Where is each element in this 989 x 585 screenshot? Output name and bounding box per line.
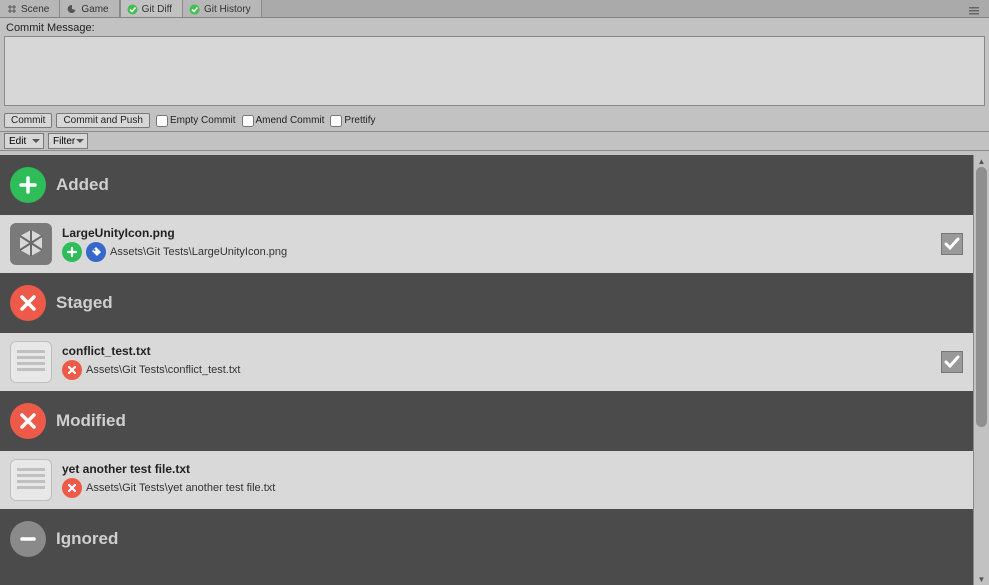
file-thumbnail-unity — [10, 223, 52, 265]
file-row[interactable]: conflict_test.txt Assets\Git Tests\confl… — [0, 333, 973, 391]
x-icon — [10, 403, 46, 439]
minus-icon — [10, 521, 46, 557]
commit-message-input[interactable] — [4, 36, 985, 106]
filter-dropdown[interactable]: Filter — [48, 133, 88, 149]
panel-menu-icon[interactable] — [963, 5, 989, 17]
section-title: Staged — [56, 293, 113, 313]
commit-message-label: Commit Message: — [4, 20, 985, 36]
checkbox-label: Amend Commit — [256, 115, 325, 126]
file-name: LargeUnityIcon.png — [62, 226, 931, 240]
checkbox-label: Empty Commit — [170, 115, 236, 126]
x-icon — [10, 285, 46, 321]
file-path-row: Assets\Git Tests\LargeUnityIcon.png — [62, 242, 931, 262]
tab-scene[interactable]: Scene — [0, 0, 60, 17]
checkbox-label: Prettify — [344, 115, 375, 126]
section-title: Ignored — [56, 529, 118, 549]
check-icon — [127, 3, 139, 15]
tab-game[interactable]: Game — [60, 0, 119, 17]
file-path: Assets\Git Tests\LargeUnityIcon.png — [110, 246, 287, 258]
file-path: Assets\Git Tests\conflict_test.txt — [86, 364, 240, 376]
scroll-down-icon[interactable]: ▼ — [974, 573, 989, 585]
file-row[interactable]: yet another test file.txt Assets\Git Tes… — [0, 451, 973, 509]
dropdown-label: Edit — [9, 136, 26, 147]
dropdown-label: Filter — [53, 136, 75, 147]
file-path-row: Assets\Git Tests\conflict_test.txt — [62, 360, 931, 380]
tab-label: Scene — [21, 4, 49, 15]
stage-checkbox[interactable] — [941, 233, 963, 255]
section-header-ignored[interactable]: Ignored — [0, 509, 973, 569]
file-meta: LargeUnityIcon.png Assets\Git Tests\Larg… — [62, 226, 931, 262]
tab-strip: Scene Game Git Diff Git History — [0, 0, 989, 18]
tab-git-history[interactable]: Git History — [183, 0, 262, 17]
x-icon — [62, 360, 82, 380]
tab-label: Game — [81, 4, 108, 15]
scroll-up-icon[interactable]: ▲ — [974, 155, 989, 167]
tab-label: Git History — [204, 4, 251, 15]
tab-git-diff[interactable]: Git Diff — [120, 0, 183, 17]
prettify-checkbox[interactable]: Prettify — [330, 115, 375, 127]
diff-list[interactable]: Added LargeUnityIcon.png Assets\Git Test… — [0, 155, 973, 585]
file-meta: yet another test file.txt Assets\Git Tes… — [62, 462, 963, 498]
section-header-modified[interactable]: Modified — [0, 391, 973, 451]
x-icon — [62, 478, 82, 498]
commit-button-row: Commit Commit and Push Empty Commit Amen… — [0, 111, 989, 132]
filter-row: Edit Filter — [0, 132, 989, 151]
file-meta: conflict_test.txt Assets\Git Tests\confl… — [62, 344, 931, 380]
vertical-scrollbar[interactable]: ▲ ▼ — [973, 155, 989, 585]
plus-icon — [10, 167, 46, 203]
plus-icon — [62, 242, 82, 262]
empty-commit-checkbox[interactable]: Empty Commit — [156, 115, 236, 127]
diff-list-container: Added LargeUnityIcon.png Assets\Git Test… — [0, 155, 989, 585]
file-row[interactable]: LargeUnityIcon.png Assets\Git Tests\Larg… — [0, 215, 973, 273]
commit-and-push-button[interactable]: Commit and Push — [56, 113, 149, 128]
tab-label: Git Diff — [142, 4, 172, 15]
section-title: Modified — [56, 411, 126, 431]
pacman-icon — [66, 3, 78, 15]
file-path-row: Assets\Git Tests\yet another test file.t… — [62, 478, 963, 498]
amend-commit-checkbox[interactable]: Amend Commit — [242, 115, 325, 127]
file-name: yet another test file.txt — [62, 462, 963, 476]
section-header-added[interactable]: Added — [0, 155, 973, 215]
edit-dropdown[interactable]: Edit — [4, 133, 44, 149]
file-thumbnail-document — [10, 459, 52, 501]
commit-button[interactable]: Commit — [4, 113, 52, 128]
scroll-thumb[interactable] — [976, 167, 987, 427]
grid-icon — [6, 3, 18, 15]
check-icon — [189, 3, 201, 15]
stage-checkbox[interactable] — [941, 351, 963, 373]
file-path: Assets\Git Tests\yet another test file.t… — [86, 482, 275, 494]
commit-message-area: Commit Message: — [0, 18, 989, 111]
section-title: Added — [56, 175, 109, 195]
file-name: conflict_test.txt — [62, 344, 931, 358]
tag-icon — [86, 242, 106, 262]
section-header-staged[interactable]: Staged — [0, 273, 973, 333]
file-thumbnail-document — [10, 341, 52, 383]
